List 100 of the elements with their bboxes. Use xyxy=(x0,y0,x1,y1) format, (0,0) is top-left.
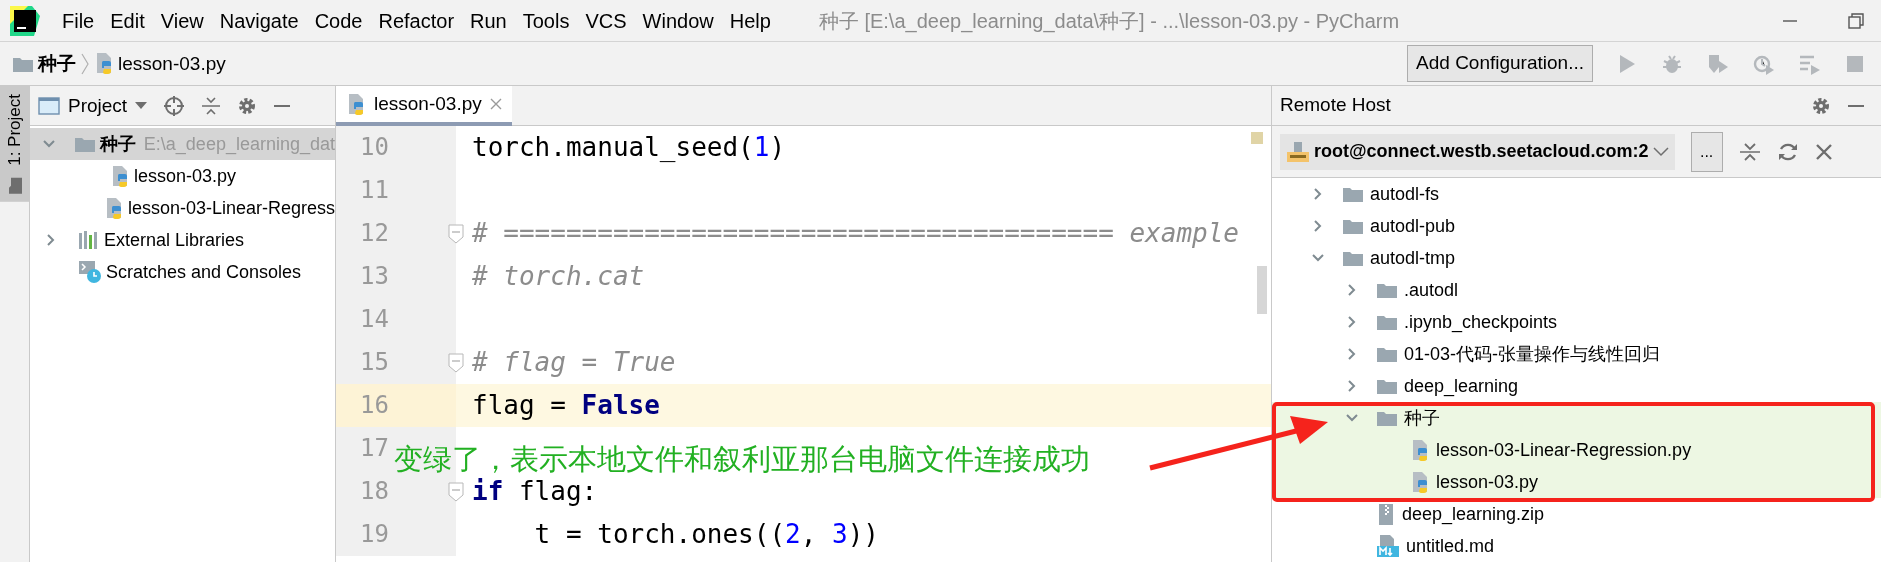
fold-marker-icon[interactable] xyxy=(448,223,464,244)
zip-file-icon xyxy=(1376,502,1396,526)
tree-label: 种子 xyxy=(1404,406,1440,430)
tree-label: deep_learning xyxy=(1404,374,1519,399)
python-file-icon xyxy=(346,92,366,116)
breadcrumb[interactable]: lesson-03.py xyxy=(90,52,230,75)
tree-row[interactable]: 种子 E:\a_deep_learning_dat xyxy=(30,128,335,160)
project-window-icon xyxy=(38,95,60,116)
code-line: t = torch.ones((2, 3)) xyxy=(533,520,879,549)
tree-row[interactable]: lesson-03.py xyxy=(30,160,335,192)
tree-label: autodl-fs xyxy=(1370,182,1440,206)
collapse-all-icon[interactable] xyxy=(201,95,222,116)
panel-title: Remote Host xyxy=(1280,93,1391,118)
code-line: # torch.cat xyxy=(471,262,645,291)
scrollbar-thumb[interactable] xyxy=(1257,266,1267,314)
code-line: flag = False xyxy=(471,391,660,420)
markdown-file-icon xyxy=(1376,534,1400,558)
annotation-text: 变绿了，表示本地文件和叙利亚那台电脑文件连接成功 xyxy=(394,445,1090,474)
tree-label: lesson-03.py xyxy=(1436,470,1539,494)
line-number: 11 xyxy=(360,177,389,204)
scratch-clock-icon xyxy=(78,260,102,284)
line-number: 17 xyxy=(360,435,389,462)
tree-label: lesson-03-Linear-Regress xyxy=(127,196,335,220)
line-number: 12 xyxy=(360,220,389,247)
inspection-marker-icon xyxy=(1251,132,1263,144)
code-line: # flag = True xyxy=(471,348,676,377)
tree-label: untitled.md xyxy=(1406,534,1495,558)
menu-item[interactable]: Run xyxy=(462,0,515,42)
tree-row[interactable]: deep_learning.zip xyxy=(1272,498,1881,530)
tree-row[interactable]: Scratches and Consoles xyxy=(30,256,335,288)
tree-label: lesson-03.py xyxy=(134,164,237,188)
tool-window-tab[interactable]: 1: Project xyxy=(0,86,30,202)
tree-row[interactable]: External Libraries xyxy=(30,224,335,256)
locate-crosshair-icon[interactable] xyxy=(163,94,186,117)
server-dropdown[interactable]: root@connect.westb.seetacloud.com:2 xyxy=(1280,133,1675,170)
tree-label: .autodl xyxy=(1404,278,1459,302)
tree-row[interactable]: .ipynb_checkpoints xyxy=(1272,306,1881,338)
code-line: if flag: xyxy=(471,477,598,506)
tree-row[interactable]: .autodl xyxy=(1272,274,1881,306)
tree-label: External Libraries xyxy=(104,228,245,252)
code-line: torch.manual_seed(1) xyxy=(471,133,786,162)
caret-down-icon xyxy=(135,101,148,110)
line-number: 13 xyxy=(360,263,389,290)
breadcrumb[interactable]: 种子 xyxy=(8,50,80,77)
close-icon[interactable] xyxy=(1814,142,1833,161)
menu-item[interactable]: Code xyxy=(306,0,371,42)
stop-icon[interactable] xyxy=(1845,53,1865,74)
code-line: # ======================================= example xyxy=(471,219,1239,248)
menu-item[interactable]: VCS xyxy=(577,0,635,42)
fold-marker-icon[interactable] xyxy=(448,352,464,373)
app-logo-icon xyxy=(10,5,40,36)
menu-item[interactable]: Window xyxy=(634,0,722,42)
settings-gear-icon[interactable] xyxy=(237,95,258,116)
menu-item[interactable]: View xyxy=(152,0,212,42)
breadcrumb-separator-icon xyxy=(80,52,90,75)
line-number: 10 xyxy=(360,134,389,161)
library-icon xyxy=(78,230,100,250)
line-number: 18 xyxy=(360,478,389,505)
close-icon[interactable] xyxy=(489,98,502,110)
tree-row[interactable]: autodl-pub xyxy=(1272,210,1881,242)
restore-icon[interactable] xyxy=(1847,11,1865,30)
editor-tab[interactable]: lesson-03.py xyxy=(336,86,512,126)
python-file-icon xyxy=(1410,470,1430,494)
collapse-all-icon[interactable] xyxy=(1738,140,1761,163)
line-number: 14 xyxy=(360,306,389,333)
python-file-icon xyxy=(110,164,130,188)
more-button[interactable]: ... xyxy=(1690,131,1723,172)
caret-down-icon xyxy=(1652,146,1669,157)
line-number: 15 xyxy=(360,349,389,376)
tree-label: Scratches and Consoles xyxy=(106,260,302,284)
tree-row[interactable]: lesson-03-Linear-Regress xyxy=(30,192,335,224)
run-icon[interactable] xyxy=(1617,52,1637,75)
line-number: 19 xyxy=(360,521,389,548)
tree-row[interactable]: autodl-tmp xyxy=(1272,242,1881,274)
menu-item[interactable]: Help xyxy=(721,0,779,42)
window-title: 种子 [E:\a_deep_learning_data\种子] - ...\lesson-03.py - PyCharm xyxy=(818,8,1400,35)
menu-item[interactable]: Refactor xyxy=(370,0,463,42)
tree-row[interactable]: untitled.md xyxy=(1272,530,1881,562)
tree-label: 01-03-代码-张量操作与线性回归 xyxy=(1404,342,1661,366)
python-file-icon xyxy=(94,52,114,75)
tree-label: lesson-03-Linear-Regression.py xyxy=(1436,438,1692,462)
tree-row[interactable]: deep_learning xyxy=(1272,370,1881,402)
tree-row[interactable]: autodl-fs xyxy=(1272,178,1881,210)
python-file-icon xyxy=(1410,438,1430,462)
line-number: 16 xyxy=(360,392,389,419)
menu-item[interactable]: Edit xyxy=(102,0,153,42)
tree-label: deep_learning.zip xyxy=(1402,502,1545,527)
coverage-icon[interactable] xyxy=(1707,52,1729,75)
tree-label: autodl-pub xyxy=(1370,214,1456,238)
tree-row[interactable]: 01-03-代码-张量操作与线性回归 xyxy=(1272,338,1881,370)
menu-item[interactable]: File xyxy=(54,0,103,42)
path-text: E:\a_deep_learning_dat xyxy=(143,132,335,157)
add-configuration-button[interactable]: Add Configuration... xyxy=(1407,45,1593,82)
fold-marker-icon[interactable] xyxy=(448,481,464,502)
menu-item[interactable]: Navigate xyxy=(211,0,307,42)
settings-gear-icon[interactable] xyxy=(1811,95,1831,116)
tree-label: autodl-tmp xyxy=(1370,246,1456,270)
menu-item[interactable]: Tools xyxy=(514,0,578,42)
tree-label: 种子 xyxy=(99,132,136,156)
sftp-icon xyxy=(1286,140,1310,163)
